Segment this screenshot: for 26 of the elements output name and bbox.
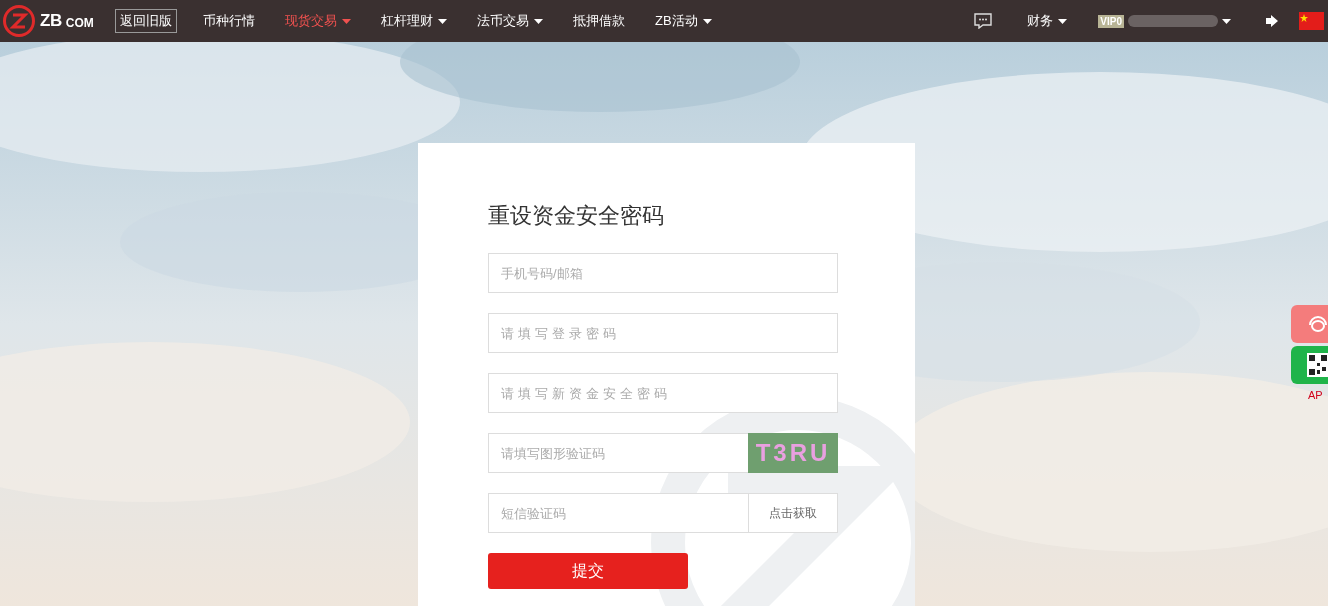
message-icon[interactable] bbox=[974, 13, 993, 29]
submit-button[interactable]: 提交 bbox=[488, 553, 688, 589]
logo-text: ZB bbox=[40, 10, 62, 33]
nav-tab[interactable]: 现货交易 bbox=[285, 11, 351, 31]
nav-tab[interactable]: 杠杆理财 bbox=[381, 11, 447, 31]
logo-suffix: COM bbox=[65, 14, 94, 32]
form-title: 重设资金安全密码 bbox=[488, 202, 665, 230]
nav-tab[interactable]: 法币交易 bbox=[477, 11, 543, 31]
vip-badge: VIP0 bbox=[1098, 14, 1124, 28]
nav-tab[interactable]: ZB活动 bbox=[655, 11, 712, 31]
logo-icon bbox=[2, 4, 36, 38]
headset-icon bbox=[1307, 314, 1328, 334]
qr-code-icon bbox=[1307, 353, 1328, 377]
app-label: AP bbox=[1307, 388, 1324, 403]
input-field[interactable]: 请填写图形验证码 bbox=[488, 433, 748, 473]
nav-tab[interactable]: 币种行情 bbox=[203, 11, 255, 31]
get-code-button[interactable]: 点击获取 bbox=[748, 493, 838, 533]
input-field[interactable]: 手机号码/邮箱 bbox=[488, 253, 838, 293]
nav-tab[interactable]: 抵押借款 bbox=[573, 11, 625, 31]
flag-icon[interactable] bbox=[1299, 12, 1324, 30]
finance-menu[interactable]: 财务 bbox=[1027, 11, 1068, 31]
input-field[interactable]: 短信验证码 bbox=[488, 493, 748, 533]
input-field[interactable]: 请填写登录密码 bbox=[488, 313, 838, 353]
input-field[interactable]: 请填写新资金安全密码 bbox=[488, 373, 838, 413]
old-version-button[interactable]: 返回旧版 bbox=[115, 9, 177, 33]
logout-icon[interactable] bbox=[1265, 15, 1279, 27]
